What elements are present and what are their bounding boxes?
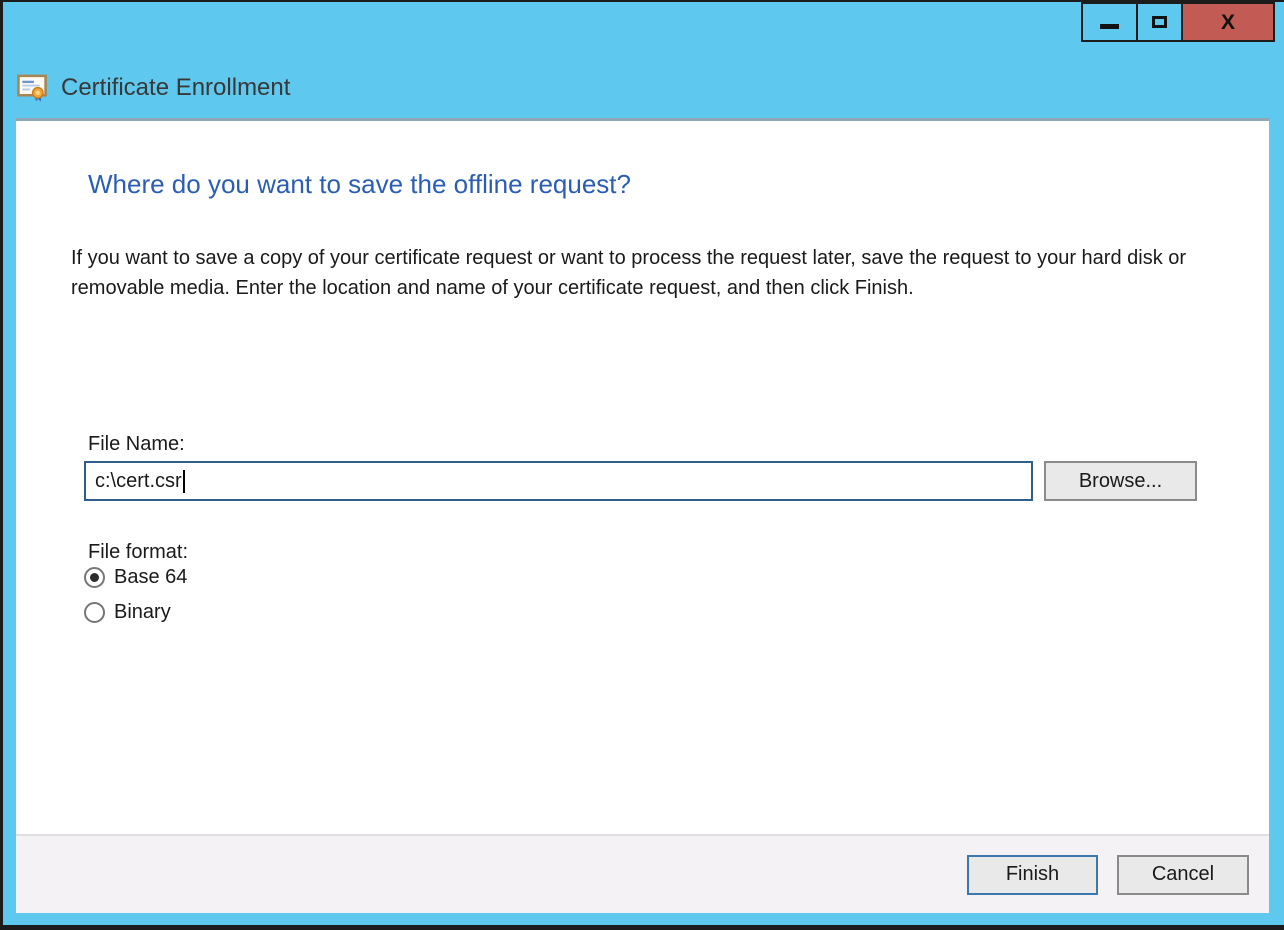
finish-button[interactable]: Finish — [967, 855, 1098, 895]
page-title: Where do you want to save the offline re… — [88, 169, 631, 200]
close-button[interactable]: X — [1181, 2, 1275, 42]
radio-base64[interactable]: Base 64 — [84, 566, 187, 589]
page-description: If you want to save a copy of your certi… — [71, 243, 1221, 303]
file-name-label: File Name: — [88, 433, 185, 456]
wizard-footer: Finish Cancel — [16, 834, 1269, 913]
maximize-icon — [1152, 16, 1167, 28]
browse-button[interactable]: Browse... — [1044, 461, 1197, 501]
maximize-button[interactable] — [1136, 2, 1183, 42]
wizard-content: Where do you want to save the offline re… — [16, 121, 1269, 834]
cancel-button[interactable]: Cancel — [1117, 855, 1249, 895]
radio-selected-icon — [84, 567, 105, 588]
minimize-icon — [1100, 24, 1119, 29]
certificate-icon — [17, 72, 48, 103]
window-controls: X — [1083, 2, 1275, 42]
text-caret — [183, 470, 185, 493]
radio-binary-label: Binary — [114, 601, 171, 624]
file-name-row: c:\cert.csr Browse... — [84, 461, 1197, 501]
radio-unselected-icon — [84, 602, 105, 623]
radio-base64-label: Base 64 — [114, 566, 187, 589]
certificate-enrollment-window: X Certificate Enrollment Where do you wa… — [0, 0, 1284, 930]
window-title: Certificate Enrollment — [61, 74, 290, 102]
titlebar: Certificate Enrollment — [17, 72, 290, 103]
close-icon: X — [1221, 12, 1235, 33]
wizard-page: Where do you want to save the offline re… — [16, 118, 1269, 913]
radio-binary[interactable]: Binary — [84, 601, 171, 624]
minimize-button[interactable] — [1081, 2, 1138, 42]
file-format-label: File format: — [88, 541, 188, 564]
file-name-value: c:\cert.csr — [95, 470, 182, 493]
file-name-input[interactable]: c:\cert.csr — [84, 461, 1033, 501]
